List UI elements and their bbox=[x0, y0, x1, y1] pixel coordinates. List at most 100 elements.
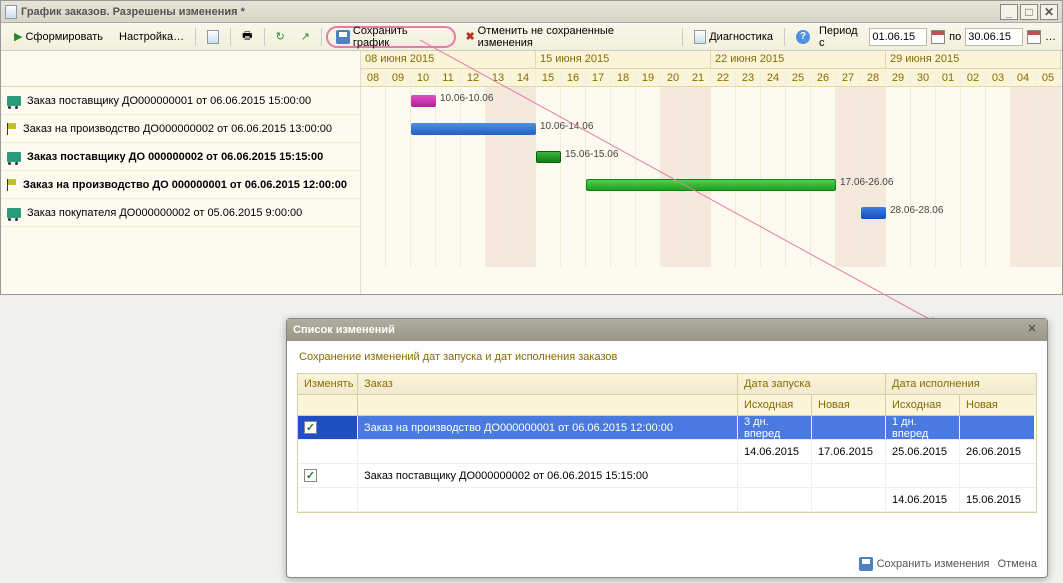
period-to-input[interactable] bbox=[965, 28, 1023, 46]
checkbox[interactable] bbox=[304, 469, 317, 482]
popup-cancel-button[interactable]: Отмена bbox=[998, 558, 1037, 570]
day-cell: 14 bbox=[511, 69, 536, 86]
calendar-icon-2[interactable] bbox=[1027, 30, 1041, 44]
day-cell: 11 bbox=[436, 69, 461, 86]
x-icon: ✖ bbox=[465, 30, 474, 43]
day-cell: 27 bbox=[836, 69, 861, 86]
period-picker-icon[interactable]: … bbox=[1045, 31, 1056, 43]
export-icon: ↗ bbox=[301, 30, 310, 43]
truck-icon bbox=[7, 208, 21, 218]
gantt-bar-label: 10.06-10.06 bbox=[440, 93, 493, 104]
day-cell: 26 bbox=[811, 69, 836, 86]
order-cell: Заказ поставщику ДО000000002 от 06.06.20… bbox=[358, 464, 738, 487]
day-cell: 12 bbox=[461, 69, 486, 86]
gantt-row[interactable]: Заказ покупателя ДО000000002 от 05.06.20… bbox=[1, 199, 360, 227]
table-row[interactable]: Заказ на производство ДО000000001 от 06.… bbox=[298, 416, 1036, 440]
gantt-row-label: Заказ на производство ДО 000000001 от 06… bbox=[23, 179, 347, 191]
settings-button[interactable]: Настройка… bbox=[112, 26, 191, 48]
checkbox[interactable] bbox=[304, 421, 317, 434]
gantt-timeline[interactable]: 08 июня 201515 июня 201522 июня 201529 и… bbox=[361, 51, 1062, 294]
print-button[interactable]: 🖶 bbox=[235, 26, 259, 48]
table-subrow[interactable]: 14.06.2015 17.06.2015 25.06.2015 26.06.2… bbox=[298, 440, 1036, 464]
gantt-row-label: Заказ поставщику ДО000000001 от 06.06.20… bbox=[27, 95, 311, 107]
refresh-icon: ↻ bbox=[276, 30, 285, 43]
col-order: Заказ bbox=[358, 374, 738, 395]
day-cell: 28 bbox=[861, 69, 886, 86]
date-group: 08 июня 2015 bbox=[361, 51, 536, 68]
day-cell: 10 bbox=[411, 69, 436, 86]
gantt-row-label: Заказ на производство ДО000000002 от 06.… bbox=[23, 123, 332, 135]
day-cell: 20 bbox=[661, 69, 686, 86]
gantt-bar[interactable] bbox=[411, 123, 536, 135]
gantt-bar[interactable] bbox=[586, 179, 836, 191]
gantt-bar-label: 17.06-26.06 bbox=[840, 177, 893, 188]
day-cell: 03 bbox=[986, 69, 1011, 86]
day-cell: 08 bbox=[361, 69, 386, 86]
day-cell: 09 bbox=[386, 69, 411, 86]
maximize-button[interactable]: □ bbox=[1020, 4, 1038, 20]
col-exec-orig: Исходная bbox=[886, 395, 960, 416]
table-row[interactable]: Заказ поставщику ДО000000002 от 06.06.20… bbox=[298, 464, 1036, 488]
day-cell: 19 bbox=[636, 69, 661, 86]
period-label: Период с bbox=[819, 25, 865, 49]
day-cell: 02 bbox=[961, 69, 986, 86]
gantt-bar-label: 15.06-15.06 bbox=[565, 149, 618, 160]
order-cell: Заказ на производство ДО000000001 от 06.… bbox=[358, 416, 738, 439]
tool-icon-2[interactable]: ↻ bbox=[269, 26, 292, 48]
period-from-input[interactable] bbox=[869, 28, 927, 46]
generate-button[interactable]: ▶Сформировать bbox=[7, 26, 110, 48]
table-subrow[interactable]: 14.06.2015 15.06.2015 bbox=[298, 488, 1036, 512]
toolbar: ▶Сформировать Настройка… 🖶 ↻ ↗ Сохранить… bbox=[1, 23, 1062, 51]
gantt-row[interactable]: Заказ поставщику ДО 000000002 от 06.06.2… bbox=[1, 143, 360, 171]
gantt-row[interactable]: Заказ на производство ДО 000000001 от 06… bbox=[1, 171, 360, 199]
col-start: Дата запуска bbox=[738, 374, 886, 395]
cancel-changes-button[interactable]: ✖Отменить не сохраненные изменения bbox=[458, 26, 678, 48]
gantt-row[interactable]: Заказ на производство ДО000000002 от 06.… bbox=[1, 115, 360, 143]
popup-close-button[interactable]: ✕ bbox=[1023, 322, 1041, 338]
day-cell: 21 bbox=[686, 69, 711, 86]
gantt-row[interactable]: Заказ поставщику ДО000000001 от 06.06.20… bbox=[1, 87, 360, 115]
doc-icon bbox=[207, 30, 219, 44]
save-icon bbox=[859, 557, 873, 571]
gantt-task-list: Заказ поставщику ДО000000001 от 06.06.20… bbox=[1, 51, 361, 294]
col-change: Изменять bbox=[298, 374, 358, 395]
day-cell: 23 bbox=[736, 69, 761, 86]
tool-icon-3[interactable]: ↗ bbox=[294, 26, 317, 48]
main-window: График заказов. Разрешены изменения * _ … bbox=[0, 0, 1063, 295]
date-group: 15 июня 2015 bbox=[536, 51, 711, 68]
tool-icon-1[interactable] bbox=[200, 26, 226, 48]
save-chart-button[interactable]: Сохранить график bbox=[326, 26, 456, 48]
gantt-row-label: Заказ покупателя ДО000000002 от 05.06.20… bbox=[27, 207, 302, 219]
col-start-new: Новая bbox=[812, 395, 886, 416]
popup-subtitle: Сохранение изменений дат запуска и дат и… bbox=[287, 341, 1047, 369]
titlebar: График заказов. Разрешены изменения * _ … bbox=[1, 1, 1062, 23]
save-icon bbox=[336, 30, 350, 44]
truck-icon bbox=[7, 152, 21, 162]
calendar-icon[interactable] bbox=[931, 30, 945, 44]
day-cell: 25 bbox=[786, 69, 811, 86]
gantt-bar[interactable] bbox=[536, 151, 561, 163]
gantt-bar[interactable] bbox=[411, 95, 436, 107]
col-start-orig: Исходная bbox=[738, 395, 812, 416]
close-button[interactable]: ✕ bbox=[1040, 4, 1058, 20]
gantt-bar-label: 10.06-14.06 bbox=[540, 121, 593, 132]
day-cell: 22 bbox=[711, 69, 736, 86]
flag-icon bbox=[7, 179, 17, 191]
day-cell: 05 bbox=[1036, 69, 1061, 86]
popup-titlebar: Список изменений ✕ bbox=[287, 319, 1047, 341]
col-exec: Дата исполнения bbox=[886, 374, 1034, 395]
gantt-bar[interactable] bbox=[861, 207, 886, 219]
truck-icon bbox=[7, 96, 21, 106]
date-group: 29 июня 2015 bbox=[886, 51, 1061, 68]
popup-save-button[interactable]: Сохранить изменения bbox=[859, 557, 990, 571]
day-cell: 17 bbox=[586, 69, 611, 86]
popup-title-text: Список изменений bbox=[293, 324, 395, 336]
changes-popup: Список изменений ✕ Сохранение изменений … bbox=[286, 318, 1048, 578]
help-button[interactable]: ? bbox=[789, 26, 817, 48]
minimize-button[interactable]: _ bbox=[1000, 4, 1018, 20]
diag-icon bbox=[694, 30, 706, 44]
day-cell: 15 bbox=[536, 69, 561, 86]
diagnostics-button[interactable]: Диагностика bbox=[687, 26, 780, 48]
date-group: 22 июня 2015 bbox=[711, 51, 886, 68]
app-icon bbox=[5, 5, 17, 19]
